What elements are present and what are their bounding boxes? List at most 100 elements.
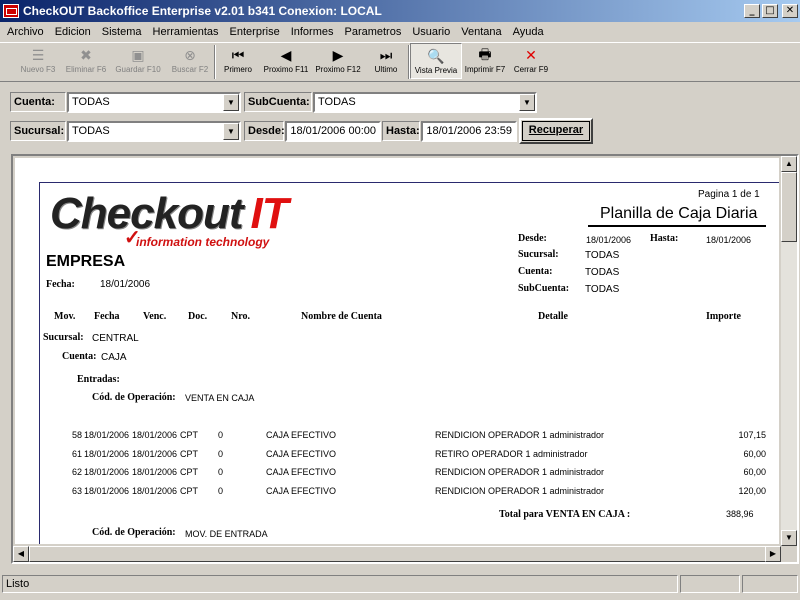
col-nombre-cuenta: Nombre de Cuenta <box>301 311 382 322</box>
subcuenta-label: SubCuenta: <box>244 92 312 112</box>
horizontal-scrollbar[interactable]: ◀ ▶ <box>13 546 781 562</box>
col-venc: Venc. <box>143 311 167 322</box>
group-cuenta-label: Cuenta: <box>62 351 97 362</box>
checkout-it-logo: Checkout IT <box>50 189 289 238</box>
scroll-right-icon[interactable]: ▶ <box>765 546 781 562</box>
menu-informes[interactable]: Informes <box>286 26 340 38</box>
row-fecha: 18/01/2006 <box>84 430 130 440</box>
toolbar-button-label: Ultimo <box>374 65 398 74</box>
toolbar-button-8[interactable]: 🔍 Vista Previa <box>410 43 462 79</box>
sucursal-combo[interactable]: TODAS ▼ <box>67 121 241 142</box>
sucursal-value: TODAS <box>585 250 620 261</box>
report-title: Planilla de Caja Diaria <box>600 205 758 222</box>
row-venc: 18/01/2006 <box>132 430 178 440</box>
report-preview: Checkout IT ✓ information technology Pagi… <box>11 154 799 564</box>
col-doc: Doc. <box>188 311 208 322</box>
toolbar-button-label: Buscar F2 <box>171 65 209 74</box>
sucursal-label: Sucursal: <box>518 249 559 260</box>
toolbar-button-10[interactable]: ✕ Cerrar F9 <box>508 43 554 79</box>
col-fecha: Fecha <box>94 311 120 322</box>
toolbar-button-1[interactable]: ✖ Eliminar F6 <box>62 43 110 79</box>
menu-herramientas[interactable]: Herramientas <box>148 26 225 38</box>
row-doc: CPT <box>180 430 198 440</box>
row-fecha: 18/01/2006 <box>84 485 130 496</box>
toolbar-button-4[interactable]: ⏮ Primero <box>216 43 260 79</box>
row-nro: 0 <box>218 467 224 477</box>
toolbar-button-3[interactable]: ⊗ Buscar F2 <box>166 43 214 79</box>
col-nro: Nro. <box>231 311 250 322</box>
menu-ventana[interactable]: Ventana <box>456 26 507 38</box>
col-detalle: Detalle <box>538 311 568 322</box>
cuenta-value: TODAS <box>585 267 620 278</box>
menu-parametros[interactable]: Parametros <box>339 26 407 38</box>
hasta-label: Hasta: <box>382 121 420 141</box>
vertical-scroll-thumb[interactable] <box>781 172 797 242</box>
chevron-down-icon[interactable]: ▼ <box>223 94 239 111</box>
row-importe: 60,00 <box>743 448 766 459</box>
desde-field[interactable]: 18/01/2006 00:00 <box>285 121 381 142</box>
hasta-field[interactable]: 18/01/2006 23:59 <box>421 121 517 142</box>
toolbar-button-7[interactable]: ⏭ Ultimo <box>364 43 408 79</box>
row-cuenta: CAJA EFECTIVO <box>266 430 337 440</box>
vertical-scrollbar[interactable]: ▲ ▼ <box>781 156 797 546</box>
toolbar-button-label: Nuevo F3 <box>20 65 56 74</box>
scroll-corner <box>781 546 797 562</box>
title-underline <box>588 225 766 227</box>
scroll-down-icon[interactable]: ▼ <box>781 530 797 546</box>
entradas-label: Entradas: <box>77 374 120 385</box>
new-record-icon: ☰ <box>31 48 45 64</box>
cod-operacion-label-2: Cód. de Operación: <box>92 527 176 538</box>
toolbar-button-6[interactable]: ▶ Proximo F12 <box>312 43 364 79</box>
previous-icon: ◀ <box>280 48 292 64</box>
report-sheet: Checkout IT ✓ information technology Pagi… <box>39 182 779 544</box>
page-number: Pagina 1 de 1 <box>698 189 760 200</box>
company-name: EMPRESA <box>46 253 126 270</box>
col-importe: Importe <box>706 311 741 322</box>
next-icon: ▶ <box>332 48 344 64</box>
chevron-down-icon[interactable]: ▼ <box>519 94 535 111</box>
row-detalle: RETIRO OPERADOR 1 administrador <box>435 448 588 459</box>
title-bar: CheckOUT Backoffice Enterprise v2.01 b34… <box>0 0 800 22</box>
menu-usuario[interactable]: Usuario <box>407 26 456 38</box>
cuenta-value: TODAS <box>72 96 110 108</box>
close-window-button[interactable]: ✕ <box>782 4 798 18</box>
menu-archivo[interactable]: Archivo <box>2 26 50 38</box>
horizontal-scroll-thumb[interactable] <box>29 546 769 562</box>
chevron-down-icon[interactable]: ▼ <box>223 123 239 140</box>
row-venc: 18/01/2006 <box>132 485 178 496</box>
menu-ayuda[interactable]: Ayuda <box>508 26 550 38</box>
close-icon: ✕ <box>525 48 537 64</box>
toolbar-button-5[interactable]: ◀ Proximo F11 <box>260 43 312 79</box>
row-mov: 61 <box>71 448 82 459</box>
logo-subtitle: information technology <box>136 235 270 249</box>
scroll-up-icon[interactable]: ▲ <box>781 156 797 172</box>
row-detalle: RENDICION OPERADOR 1 administrador <box>435 467 605 477</box>
subcuenta-label: SubCuenta: <box>518 283 570 294</box>
scroll-left-icon[interactable]: ◀ <box>13 546 29 562</box>
maximize-button[interactable]: □ <box>762 4 778 18</box>
menu-bar: Archivo Edicion Sistema Herramientas Ent… <box>0 22 800 42</box>
cuenta-combo[interactable]: TODAS ▼ <box>67 92 241 113</box>
toolbar: ☰ Nuevo F3 ✖ Eliminar F6 ▣ Guardar F10 ⊗ Buscar… <box>0 42 800 82</box>
menu-enterprise[interactable]: Enterprise <box>225 26 286 38</box>
toolbar-button-9[interactable]: 🖶 Imprimir F7 <box>462 43 508 79</box>
cuenta-label: Cuenta: <box>10 92 66 112</box>
menu-edicion[interactable]: Edicion <box>50 26 97 38</box>
row-importe: 107,15 <box>738 430 766 440</box>
toolbar-button-0[interactable]: ☰ Nuevo F3 <box>14 43 62 79</box>
row-mov: 62 <box>71 467 82 477</box>
fecha-label: Fecha: <box>46 279 75 290</box>
desde-value: 18/01/2006 <box>586 235 632 245</box>
toolbar-button-2[interactable]: ▣ Guardar F10 <box>110 43 166 79</box>
subcuenta-combo[interactable]: TODAS ▼ <box>313 92 537 113</box>
row-venc: 18/01/2006 <box>132 448 178 459</box>
row-detalle: RENDICION OPERADOR 1 administrador <box>435 485 605 496</box>
cuenta-label: Cuenta: <box>518 266 553 277</box>
minimize-button[interactable]: _ <box>744 4 760 18</box>
preview-icon: 🔍 <box>427 49 445 65</box>
status-text: Listo <box>2 575 678 593</box>
recuperar-button[interactable]: Recuperar <box>519 118 593 144</box>
last-icon: ⏭ <box>379 48 393 64</box>
row-doc: CPT <box>180 485 198 496</box>
menu-sistema[interactable]: Sistema <box>97 26 148 38</box>
